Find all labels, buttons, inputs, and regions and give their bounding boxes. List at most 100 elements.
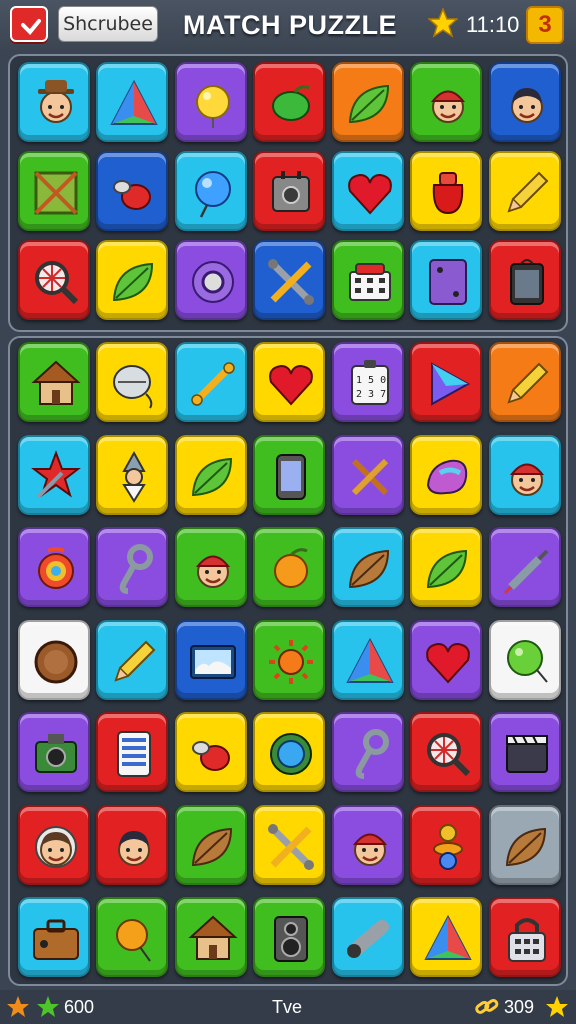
tile-bottom-r5-c4[interactable] [253, 712, 325, 792]
cap-face-icon [509, 463, 545, 496]
card-icon [429, 259, 467, 305]
tile-bottom-r1-c3[interactable] [175, 342, 247, 422]
tile-top-r2-c6[interactable] [410, 151, 482, 231]
tile-bottom-r7-c1[interactable] [18, 897, 90, 977]
tile-bottom-r2-c4[interactable] [253, 434, 325, 515]
disc-icon [192, 261, 234, 303]
tile-top-r1-c2[interactable] [96, 62, 168, 142]
boy-face-icon [118, 830, 150, 866]
tile-bottom-r2-c6[interactable] [410, 434, 482, 515]
tile-top-r2-c1[interactable] [18, 151, 90, 231]
tile-bottom-r3-c6[interactable] [410, 527, 482, 607]
tile-top-r1-c6[interactable] [410, 62, 482, 142]
brown-leaf-icon [348, 549, 390, 589]
crossed-tools-icon [268, 823, 314, 870]
gnome-icon [122, 450, 146, 503]
tile-bottom-r4-c2[interactable] [96, 619, 168, 700]
tile-top-r3-c7[interactable] [489, 240, 561, 320]
tile-bottom-r1-c5[interactable]: 1 5 0 2 3 7 [332, 342, 404, 422]
tile-bottom-r3-c4[interactable] [253, 527, 325, 607]
tile-top-r1-c5[interactable] [332, 62, 404, 142]
tile-bottom-r4-c1[interactable] [18, 619, 90, 700]
lollipop-icon [38, 547, 74, 589]
coins-count: 600 [64, 997, 95, 1017]
clapper-icon [506, 735, 548, 773]
back-button[interactable] [10, 6, 48, 42]
picture-icon [190, 644, 236, 679]
tile-top-r3-c2[interactable] [96, 240, 168, 320]
green-star-icon [37, 996, 59, 1017]
tile-bottom-r4-c5[interactable] [332, 619, 404, 700]
tile-top-r3-c4[interactable] [253, 240, 325, 320]
tile-bottom-r7-c4[interactable] [253, 897, 325, 977]
tile-bottom-r6-c6[interactable] [410, 804, 482, 885]
tile-bottom-r1-c1[interactable] [18, 342, 90, 422]
svg-text:2 3 7: 2 3 7 [356, 389, 386, 400]
boy-face-icon [511, 88, 543, 123]
lock-icon [508, 918, 546, 962]
paint-blob-icon [426, 459, 468, 494]
tile-bottom-r6-c2[interactable] [96, 804, 168, 885]
tile-top-r3-c6[interactable] [410, 240, 482, 320]
tile-bottom-r4-c3[interactable] [175, 619, 247, 700]
tile-bottom-r6-c7[interactable] [489, 804, 561, 885]
crate-icon [34, 171, 78, 215]
tile-bottom-r3-c3[interactable] [175, 527, 247, 607]
red-star-icon [31, 449, 81, 498]
bone-icon [191, 362, 235, 406]
tile-bottom-r2-c5[interactable] [332, 434, 404, 515]
tile-top-r2-c4[interactable] [253, 151, 325, 231]
tile-top-r1-c4[interactable] [253, 62, 325, 142]
tile-bottom-r2-c1[interactable] [18, 434, 90, 515]
tile-bottom-r6-c1[interactable] [18, 804, 90, 885]
tile-top-r2-c7[interactable] [489, 151, 561, 231]
tile-bottom-r3-c1[interactable] [18, 527, 90, 607]
tile-bottom-r4-c6[interactable] [410, 619, 482, 700]
tile-bottom-r5-c5[interactable] [332, 712, 404, 792]
tile-bottom-r2-c7[interactable] [489, 434, 561, 515]
tile-top-r3-c5[interactable] [332, 240, 404, 320]
tile-bottom-r2-c3[interactable] [175, 434, 247, 515]
tile-bottom-r6-c5[interactable] [332, 804, 404, 885]
tile-bottom-r1-c7[interactable] [489, 342, 561, 422]
tile-bottom-r1-c4[interactable] [253, 342, 325, 422]
tile-bottom-r5-c2[interactable] [96, 712, 168, 792]
tile-bottom-r7-c7[interactable] [489, 897, 561, 977]
tile-bottom-r7-c6[interactable] [410, 897, 482, 977]
tile-top-r2-c5[interactable] [332, 151, 404, 231]
tile-top-r3-c1[interactable] [18, 240, 90, 320]
tile-top-r2-c3[interactable] [175, 151, 247, 231]
bottom-bar: 600 Tve 309 [0, 990, 576, 1024]
play-triangle-icon [431, 362, 471, 406]
tile-top-r1-c3[interactable] [175, 62, 247, 142]
tile-bottom-r2-c2[interactable] [96, 434, 168, 515]
tile-bottom-r6-c4[interactable] [253, 804, 325, 885]
tile-bottom-r5-c3[interactable] [175, 712, 247, 792]
game-name-button[interactable]: Shcrubee [58, 6, 158, 42]
tile-bottom-r3-c7[interactable] [489, 527, 561, 607]
tile-bottom-r4-c4[interactable] [253, 619, 325, 700]
tile-bottom-r5-c1[interactable] [18, 712, 90, 792]
tile-bottom-r1-c6[interactable] [410, 342, 482, 422]
svg-text:1 5 0: 1 5 0 [356, 375, 386, 386]
leaf-icon [112, 262, 154, 302]
tile-bottom-r6-c3[interactable] [175, 804, 247, 885]
tile-bottom-r7-c5[interactable] [332, 897, 404, 977]
tile-bottom-r7-c3[interactable] [175, 897, 247, 977]
tile-bottom-r4-c7[interactable] [489, 619, 561, 700]
tile-bottom-r3-c5[interactable] [332, 527, 404, 607]
tile-bottom-r5-c6[interactable] [410, 712, 482, 792]
tile-bottom-r5-c7[interactable] [489, 712, 561, 792]
tile-bottom-r7-c2[interactable] [96, 897, 168, 977]
tile-top-r1-c1[interactable] [18, 62, 90, 142]
tile-top-r1-c7[interactable] [489, 62, 561, 142]
back-check-icon [21, 19, 41, 35]
gold-star-icon [546, 996, 568, 1017]
tile-bottom-r3-c2[interactable] [96, 527, 168, 607]
mouse-icon [113, 365, 153, 409]
green-fruit-icon [272, 85, 310, 121]
tile-bottom-r1-c2[interactable] [96, 342, 168, 422]
gadget-icon [272, 171, 310, 212]
tile-top-r3-c3[interactable] [175, 240, 247, 320]
tile-top-r2-c2[interactable] [96, 151, 168, 231]
